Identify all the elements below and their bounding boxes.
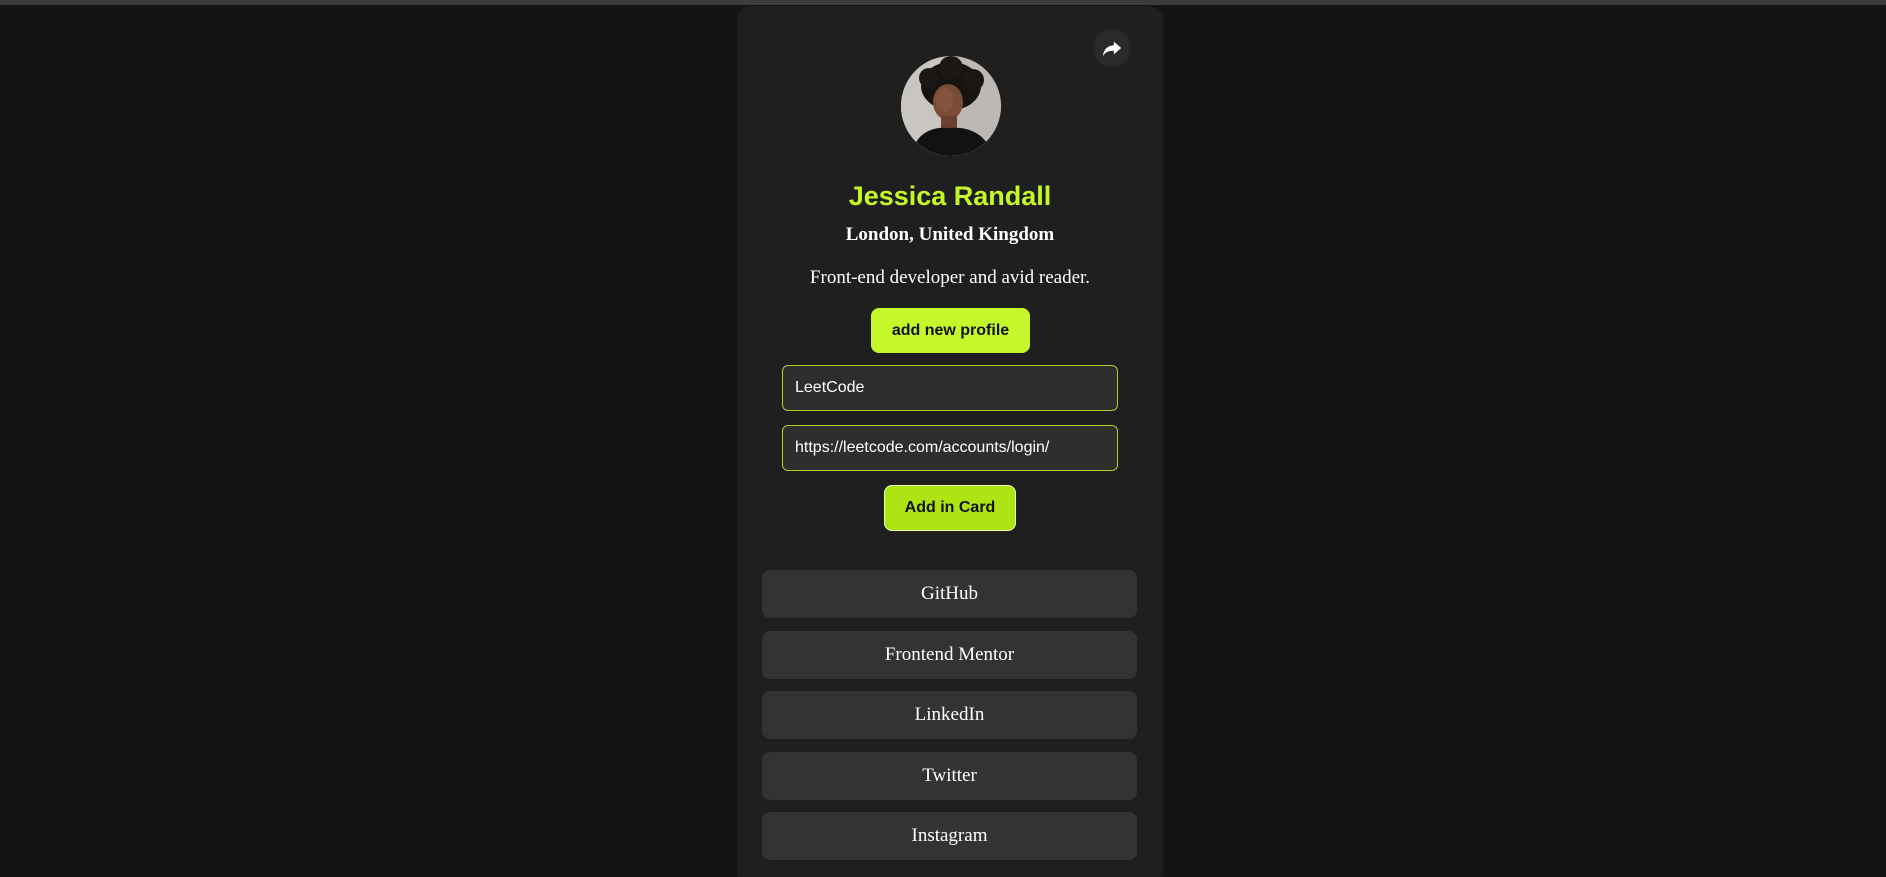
social-links-list: GitHub Frontend Mentor LinkedIn Twitter … — [762, 570, 1137, 873]
link-url-input[interactable] — [782, 425, 1118, 471]
link-frontend-mentor[interactable]: Frontend Mentor — [762, 630, 1137, 679]
add-in-card-button[interactable]: Add in Card — [884, 485, 1016, 531]
profile-location: London, United Kingdom — [845, 224, 1055, 245]
browser-top-bar — [0, 0, 1886, 5]
avatar — [901, 56, 1001, 156]
link-instagram[interactable]: Instagram — [762, 812, 1137, 860]
profile-bio: Front-end developer and avid reader. — [809, 267, 1091, 288]
link-name-input[interactable] — [782, 365, 1118, 411]
profile-card: Jessica Randall London, United Kingdom F… — [737, 6, 1163, 877]
share-icon — [1102, 41, 1122, 57]
add-new-profile-button[interactable]: add new profile — [871, 308, 1030, 353]
link-github[interactable]: GitHub — [762, 570, 1137, 618]
link-twitter[interactable]: Twitter — [762, 751, 1137, 800]
profile-name: Jessica Randall — [848, 181, 1052, 211]
share-button[interactable] — [1093, 29, 1131, 67]
link-linkedin[interactable]: LinkedIn — [762, 691, 1137, 739]
